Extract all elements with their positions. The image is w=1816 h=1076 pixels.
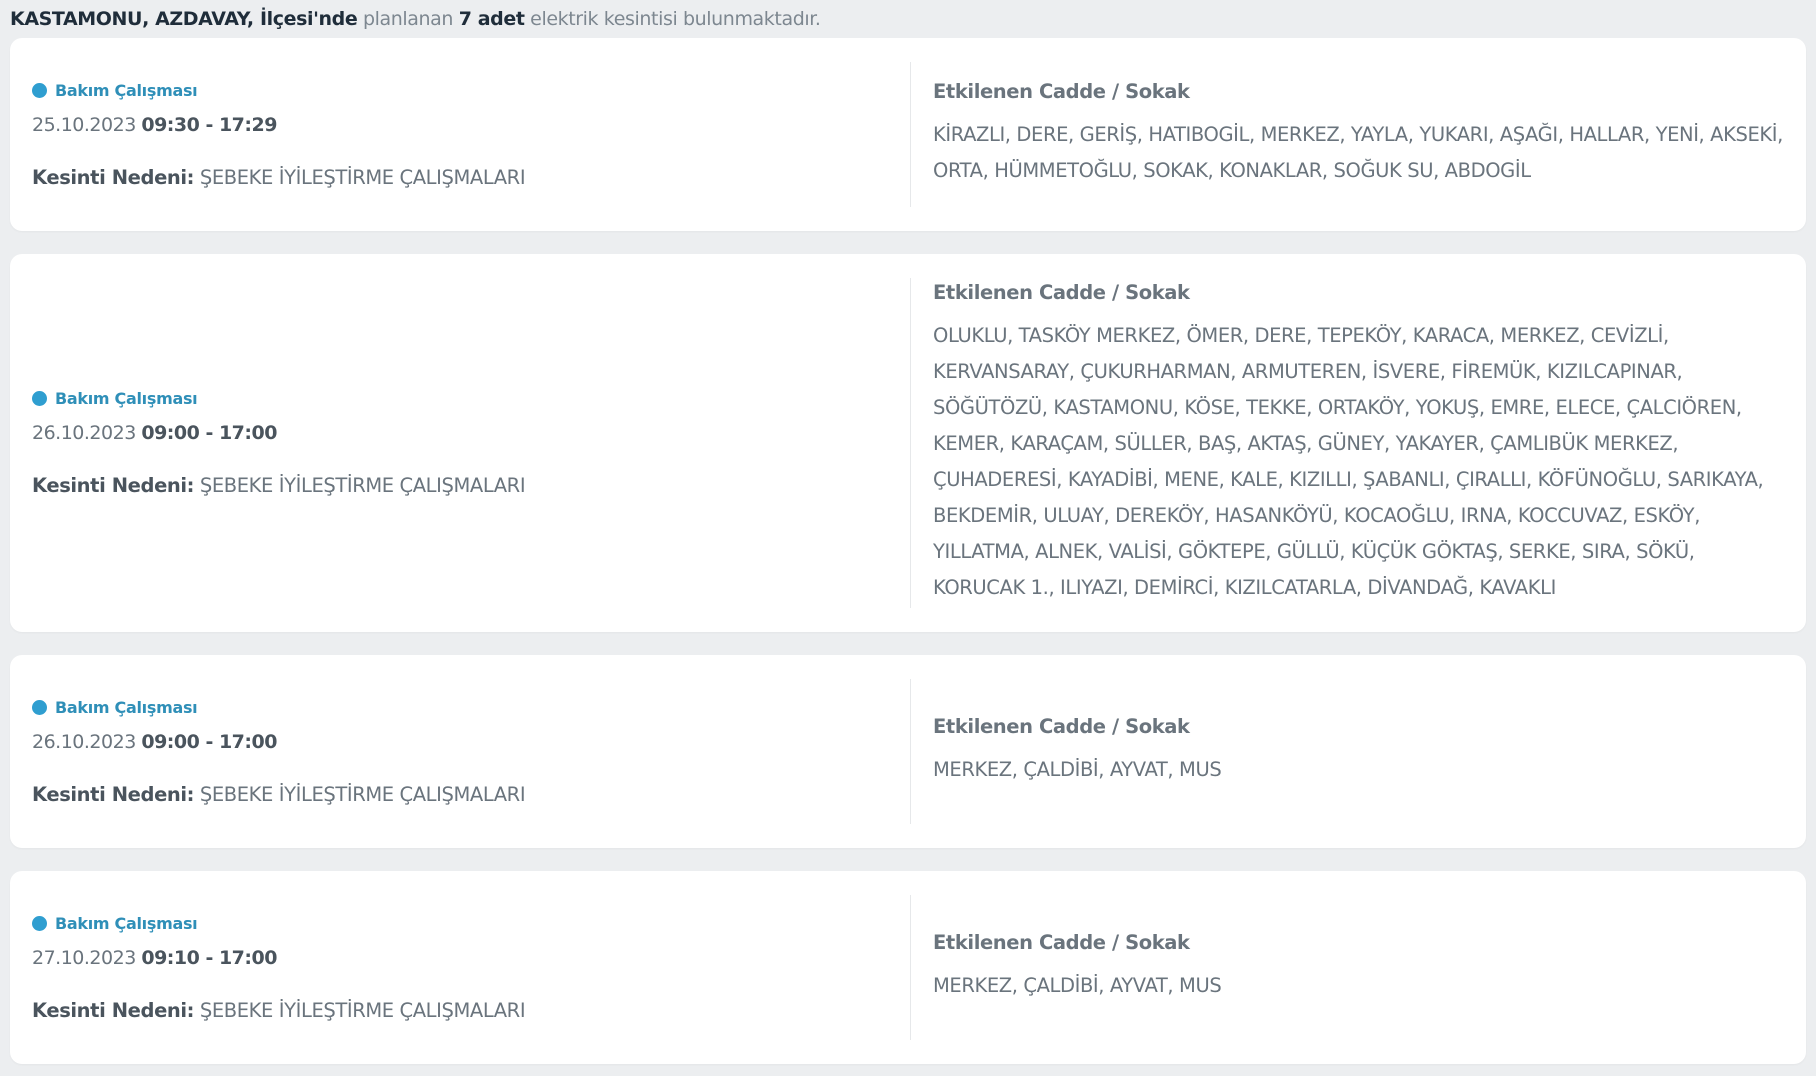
status-dot-icon <box>32 915 47 931</box>
affected-streets-list: MERKEZ, ÇALDİBİ, AYVAT, MUS <box>933 758 1222 781</box>
outage-time: 09:10 - 17:00 <box>141 946 277 969</box>
affected-streets-list: KİRAZLI, DERE, GERİŞ, HATIBOGİL, MERKEZ,… <box>933 123 1783 182</box>
outage-summary: KASTAMONU, AZDAVAY, İlçesi'nde planlanan… <box>10 4 1806 38</box>
affected-streets: Etkilenen Cadde / Sokak OLUKLU, TASKÖY M… <box>911 254 1806 632</box>
affected-streets-list: MERKEZ, ÇALDİBİ, AYVAT, MUS <box>933 974 1222 997</box>
outage-info: Bakım Çalışması 26.10.2023 09:00 - 17:00… <box>10 254 910 632</box>
outage-date: 26.10.2023 <box>32 422 136 444</box>
status-dot-icon <box>32 699 47 715</box>
affected-streets-title: Etkilenen Cadde / Sokak <box>933 280 1190 304</box>
outage-datetime: 27.10.2023 09:10 - 17:00 <box>32 947 910 969</box>
outage-type-label: Bakım Çalışması <box>55 913 198 933</box>
outage-date: 27.10.2023 <box>32 946 136 969</box>
reason-label: Kesinti Nedeni: <box>32 165 195 189</box>
outage-reason: Kesinti Nedeni: ŞEBEKE İYİLEŞTİRME ÇALIŞ… <box>32 999 910 1022</box>
outage-type: Bakım Çalışması <box>32 914 910 933</box>
outage-card: Bakım Çalışması 26.10.2023 09:00 - 17:00… <box>10 254 1806 632</box>
outage-time: 09:00 - 17:00 <box>141 422 277 444</box>
outage-type-label: Bakım Çalışması <box>55 80 198 100</box>
outage-info: Bakım Çalışması 25.10.2023 09:30 - 17:29… <box>10 38 910 231</box>
outage-info: Bakım Çalışması 26.10.2023 09:00 - 17:00… <box>10 655 910 848</box>
outage-datetime: 26.10.2023 09:00 - 17:00 <box>32 731 910 753</box>
status-dot-icon <box>32 82 47 98</box>
outage-card: Bakım Çalışması 26.10.2023 09:00 - 17:00… <box>10 655 1806 848</box>
outage-type: Bakım Çalışması <box>32 81 910 100</box>
outage-datetime: 26.10.2023 09:00 - 17:00 <box>32 422 910 444</box>
page: KASTAMONU, AZDAVAY, İlçesi'nde planlanan… <box>0 0 1816 1064</box>
affected-streets-title: Etkilenen Cadde / Sokak <box>933 80 1190 103</box>
affected-streets: Etkilenen Cadde / Sokak MERKEZ, ÇALDİBİ,… <box>911 655 1806 848</box>
summary-post-count: elektrik kesintisi bulunmaktadır. <box>530 8 821 30</box>
reason-label: Kesinti Nedeni: <box>32 474 195 497</box>
outage-type: Bakım Çalışması <box>32 698 910 717</box>
outage-card: Bakım Çalışması 27.10.2023 09:10 - 17:00… <box>10 871 1806 1064</box>
summary-count: 7 adet <box>458 8 525 30</box>
outage-card: Bakım Çalışması 25.10.2023 09:30 - 17:29… <box>10 38 1806 231</box>
outage-reason: Kesinti Nedeni: ŞEBEKE İYİLEŞTİRME ÇALIŞ… <box>32 166 910 189</box>
outage-time: 09:00 - 17:00 <box>141 730 277 753</box>
outage-time: 09:30 - 17:29 <box>141 113 277 136</box>
affected-streets-title: Etkilenen Cadde / Sokak <box>933 715 1190 738</box>
reason-value: ŞEBEKE İYİLEŞTİRME ÇALIŞMALARI <box>199 782 526 806</box>
affected-streets-title: Etkilenen Cadde / Sokak <box>933 931 1190 954</box>
outage-date: 26.10.2023 <box>32 730 136 753</box>
outage-type-label: Bakım Çalışması <box>55 389 198 408</box>
outage-reason: Kesinti Nedeni: ŞEBEKE İYİLEŞTİRME ÇALIŞ… <box>32 474 910 497</box>
reason-value: ŞEBEKE İYİLEŞTİRME ÇALIŞMALARI <box>199 474 526 497</box>
affected-streets: Etkilenen Cadde / Sokak KİRAZLI, DERE, G… <box>911 38 1806 231</box>
outage-info: Bakım Çalışması 27.10.2023 09:10 - 17:00… <box>10 871 910 1064</box>
reason-label: Kesinti Nedeni: <box>32 782 195 806</box>
reason-label: Kesinti Nedeni: <box>32 998 195 1022</box>
summary-location: KASTAMONU, AZDAVAY, İlçesi'nde <box>10 8 358 30</box>
status-dot-icon <box>32 391 47 406</box>
summary-pre-count: planlanan <box>362 8 454 30</box>
affected-streets-list: OLUKLU, TASKÖY MERKEZ, ÖMER, DERE, TEPEK… <box>933 323 1764 599</box>
outage-type-label: Bakım Çalışması <box>55 697 198 717</box>
reason-value: ŞEBEKE İYİLEŞTİRME ÇALIŞMALARI <box>199 998 526 1022</box>
outage-date: 25.10.2023 <box>32 113 136 136</box>
reason-value: ŞEBEKE İYİLEŞTİRME ÇALIŞMALARI <box>199 165 526 189</box>
outage-reason: Kesinti Nedeni: ŞEBEKE İYİLEŞTİRME ÇALIŞ… <box>32 783 910 806</box>
outage-type: Bakım Çalışması <box>32 389 910 408</box>
outage-datetime: 25.10.2023 09:30 - 17:29 <box>32 114 910 136</box>
affected-streets: Etkilenen Cadde / Sokak MERKEZ, ÇALDİBİ,… <box>911 871 1806 1064</box>
